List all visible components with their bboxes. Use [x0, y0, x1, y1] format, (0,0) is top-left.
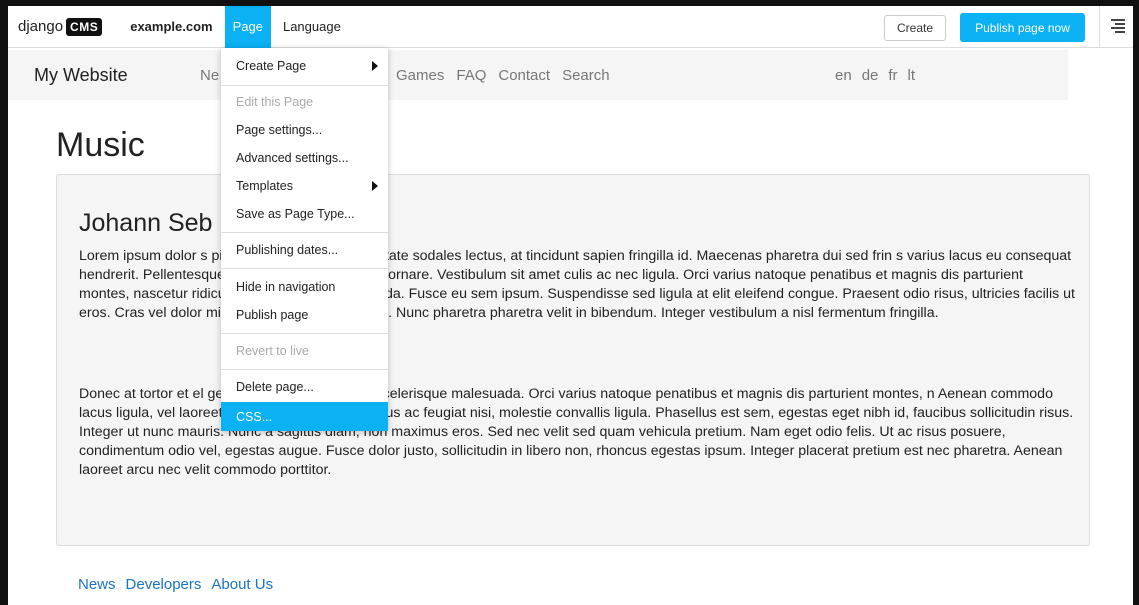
menu-item-advanced-settings[interactable]: Advanced settings... — [221, 144, 388, 171]
language-lt[interactable]: lt — [908, 67, 916, 84]
menu-item-edit-this-page: Edit this Page — [221, 88, 388, 115]
django-cms-logo[interactable]: django CMS — [18, 17, 103, 36]
content-heading: Johann Seb — [79, 209, 213, 237]
menu-item-revert-to-live: Revert to live — [221, 337, 388, 364]
menu-item-label: Hide in navigation — [236, 279, 336, 294]
menu-item-label: CSS... — [236, 409, 273, 424]
menu-item-label: Create Page — [236, 58, 307, 73]
footer-link-developers[interactable]: Developers — [126, 576, 202, 593]
menu-item-label: Edit this Page — [236, 94, 314, 109]
footer-link-about-us[interactable]: About Us — [211, 576, 273, 593]
site-brand[interactable]: My Website — [34, 65, 128, 86]
menu-item-hide-in-navigation[interactable]: Hide in navigation — [221, 273, 388, 300]
create-button[interactable]: Create — [884, 15, 946, 41]
submenu-arrow-icon — [372, 61, 378, 71]
footer-link-news[interactable]: News — [78, 576, 116, 593]
publish-page-now-button[interactable]: Publish page now — [960, 13, 1085, 42]
menu-item-save-as-page-type[interactable]: Save as Page Type... — [221, 200, 388, 227]
menu-item-publish-page[interactable]: Publish page — [221, 301, 388, 328]
menu-divider — [221, 333, 388, 334]
menu-item-delete-page[interactable]: Delete page... — [221, 373, 388, 400]
page-menu[interactable]: Page — [224, 5, 271, 48]
menu-item-label: Delete page... — [236, 379, 314, 394]
content-panel: Johann Seb Lorem ipsum dolor s piscing e… — [56, 174, 1090, 546]
page-dropdown-menu: Create Page Edit this Page Page settings… — [221, 48, 388, 431]
menu-item-label: Advanced settings... — [236, 150, 349, 165]
menu-item-label: Revert to live — [236, 343, 309, 358]
menu-divider — [221, 85, 388, 86]
language-fr[interactable]: fr — [888, 67, 897, 84]
nav-item-faq[interactable]: FAQ — [456, 67, 486, 84]
cms-toolbar: django CMS example.com Page Language Cre… — [8, 5, 1133, 48]
menu-item-label: Save as Page Type... — [236, 206, 355, 221]
logo-badge: CMS — [66, 17, 103, 36]
nav-item-games[interactable]: Games — [396, 67, 444, 84]
toolbar-divider — [1099, 6, 1100, 48]
menu-item-templates[interactable]: Templates — [221, 172, 388, 199]
submenu-arrow-icon — [372, 181, 378, 191]
menu-item-publishing-dates[interactable]: Publishing dates... — [221, 236, 388, 263]
menu-item-create-page[interactable]: Create Page — [221, 52, 388, 79]
menu-divider — [221, 232, 388, 233]
menu-divider — [221, 369, 388, 370]
menu-item-label: Templates — [236, 178, 293, 193]
menu-item-css[interactable]: CSS... — [221, 402, 388, 431]
language-de[interactable]: de — [862, 67, 879, 84]
footer-nav: News Developers About Us — [78, 576, 273, 593]
nav-item-news[interactable]: Ne — [200, 67, 219, 84]
logo-text: django — [18, 18, 64, 35]
page-title: Music — [56, 126, 145, 164]
menu-item-label: Page settings... — [236, 122, 323, 137]
nav-item-contact[interactable]: Contact — [498, 67, 550, 84]
menu-item-label: Publishing dates... — [236, 242, 339, 257]
nav-item-search[interactable]: Search — [562, 67, 610, 84]
language-en[interactable]: en — [835, 67, 852, 84]
site-menu[interactable]: example.com — [130, 19, 212, 34]
menu-item-page-settings[interactable]: Page settings... — [221, 116, 388, 143]
menu-item-label: Publish page — [236, 307, 309, 322]
structure-toggle-icon[interactable] — [1111, 19, 1125, 33]
site-navbar: My Website Ne Games FAQ Contact Search e… — [8, 50, 1068, 100]
language-menu[interactable]: Language — [279, 6, 345, 48]
menu-divider — [221, 268, 388, 269]
